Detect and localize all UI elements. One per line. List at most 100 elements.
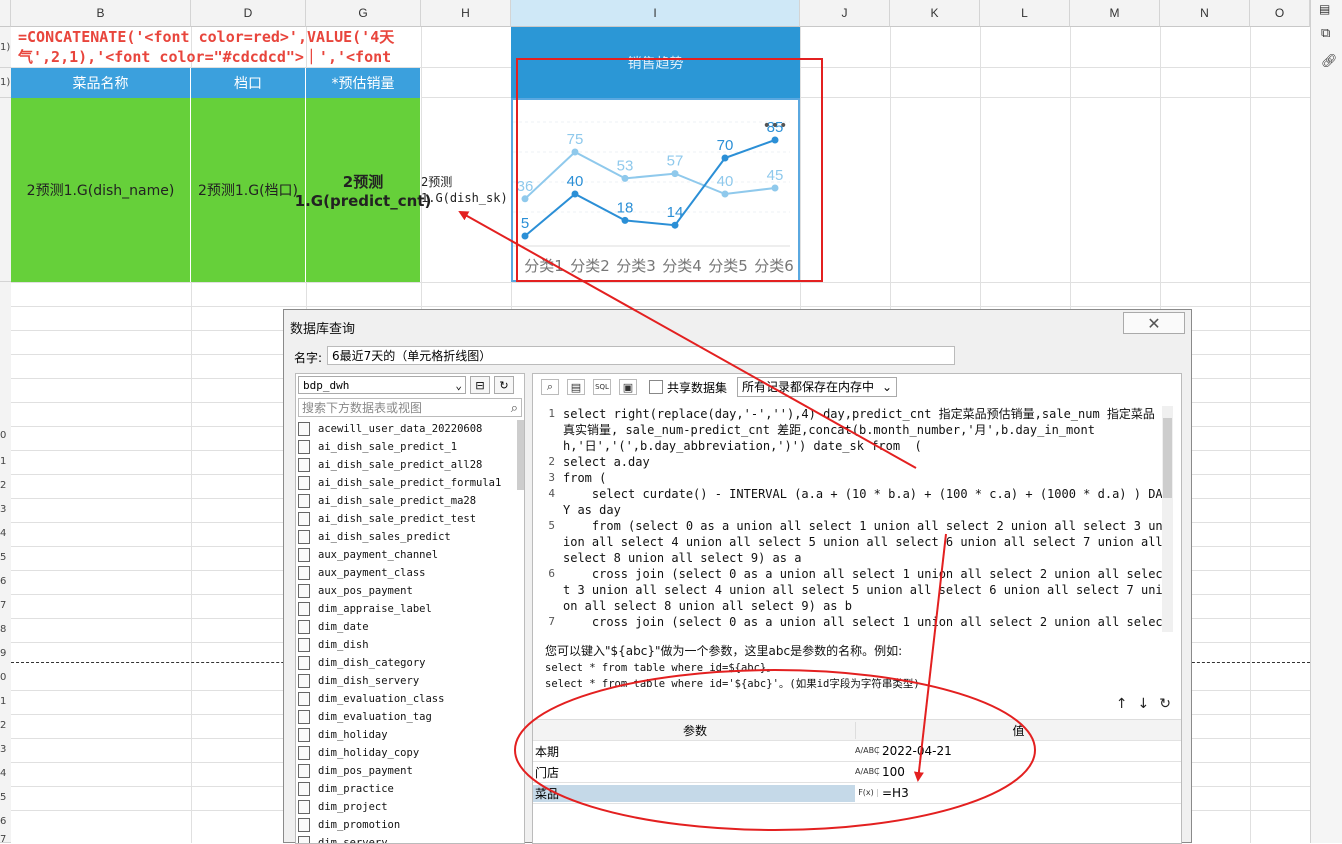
- code-text[interactable]: from (select 0 as a union all select 1 u…: [563, 518, 1163, 566]
- list-item[interactable]: dim_project: [298, 798, 518, 816]
- col-header-g[interactable]: G: [306, 0, 421, 27]
- share-dataset-checkbox[interactable]: [649, 380, 663, 394]
- list-item[interactable]: ai_dish_sale_predict_formula1: [298, 474, 518, 492]
- database-select[interactable]: bdp_dwh ⌄: [298, 376, 466, 394]
- data-point[interactable]: [521, 232, 529, 240]
- col-header-l[interactable]: L: [980, 0, 1070, 27]
- cell-predict-cnt[interactable]: 2预测1.G(predict_cnt): [295, 98, 431, 282]
- panel-tab-icon[interactable]: ▤: [1319, 2, 1330, 16]
- code-text[interactable]: select curdate() - INTERVAL (a.a + (10 *…: [563, 486, 1163, 518]
- list-item[interactable]: aux_payment_channel: [298, 546, 518, 564]
- list-item[interactable]: dim_dish: [298, 636, 518, 654]
- col-header-d[interactable]: D: [191, 0, 306, 27]
- code-text[interactable]: select a.day: [563, 454, 1163, 470]
- list-item[interactable]: dim_dish_category: [298, 654, 518, 672]
- col-header-j[interactable]: J: [800, 0, 890, 27]
- data-point[interactable]: [671, 170, 679, 178]
- refresh-icon[interactable]: ↻: [494, 376, 514, 394]
- param-type-icon[interactable]: A/ABC: [855, 747, 880, 755]
- params-table[interactable]: 参数 值 本期 A/ABC 2022-04-21 门店 A/ABC 100 菜品 F…: [533, 719, 1181, 804]
- list-item[interactable]: dim_promotion: [298, 816, 518, 834]
- memory-mode-select[interactable]: 所有记录都保存在内存中 ⌄: [737, 377, 898, 397]
- list-item[interactable]: ai_dish_sales_predict: [298, 528, 518, 546]
- series-line-0[interactable]: [524, 150, 776, 200]
- list-item[interactable]: acewill_user_data_20220608: [298, 420, 518, 438]
- table-browser[interactable]: bdp_dwh ⌄ ⊟ ↻ 搜索下方数据表或视图 ⌕ acewill_user_da…: [295, 373, 525, 844]
- close-button[interactable]: ✕: [1123, 312, 1185, 334]
- corner-cell[interactable]: [0, 0, 11, 27]
- save-icon[interactable]: ▤: [567, 379, 585, 395]
- col-header-k[interactable]: K: [890, 0, 980, 27]
- cell-dish-sk[interactable]: 2预测1.G(dish_sk): [421, 174, 511, 206]
- code-text[interactable]: cross join (select 0 as a union all sele…: [563, 566, 1163, 614]
- param-name[interactable]: 本期: [533, 743, 855, 760]
- col-header-o[interactable]: O: [1250, 0, 1310, 27]
- row-header[interactable]: [0, 98, 11, 282]
- list-item[interactable]: ai_dish_sale_predict_1: [298, 438, 518, 456]
- param-name[interactable]: 菜品: [533, 784, 855, 802]
- code-text[interactable]: select right(replace(day,'-',''),4) day,…: [563, 406, 1163, 454]
- list-item[interactable]: aux_payment_class: [298, 564, 518, 582]
- header-dish-name[interactable]: 菜品名称: [11, 68, 191, 98]
- cell-stall[interactable]: 2预测1.G(档口): [191, 98, 306, 282]
- sql-scrollbar[interactable]: [1162, 406, 1173, 632]
- scroll-thumb[interactable]: [1163, 418, 1172, 498]
- col-header-b[interactable]: B: [11, 0, 191, 27]
- col-header-h[interactable]: H: [421, 0, 511, 27]
- arrow-up-icon[interactable]: ↑: [1116, 696, 1128, 712]
- series-line-1[interactable]: [524, 139, 776, 237]
- header-stall[interactable]: 档口: [191, 68, 306, 98]
- preview-icon[interactable]: ⌕: [541, 379, 559, 395]
- sql-icon[interactable]: SQL: [593, 379, 611, 395]
- header-predict-sales[interactable]: *预估销量: [306, 68, 421, 98]
- table-row[interactable]: 菜品 F(x) =H3: [533, 783, 1181, 804]
- sql-editor-pane[interactable]: ⌕ ▤ SQL ▣ 共享数据集 所有记录都保存在内存中 ⌄ 1 select rig…: [532, 373, 1182, 844]
- param-name[interactable]: 门店: [533, 764, 855, 781]
- list-scrollbar[interactable]: [517, 420, 524, 490]
- list-item[interactable]: dim_holiday_copy: [298, 744, 518, 762]
- data-point[interactable]: [521, 195, 529, 203]
- name-input[interactable]: 6最近7天的（单元格折线图）: [327, 346, 955, 365]
- data-point[interactable]: [621, 174, 629, 182]
- more-options-icon[interactable]: •••: [763, 118, 788, 134]
- data-point[interactable]: [571, 148, 579, 156]
- table-row[interactable]: 门店 A/ABC 100: [533, 762, 1181, 783]
- data-point[interactable]: [671, 221, 679, 229]
- list-item[interactable]: ai_dish_sale_predict_all28: [298, 456, 518, 474]
- list-item[interactable]: dim_date: [298, 618, 518, 636]
- row-header[interactable]: 1): [0, 27, 11, 68]
- data-point[interactable]: [571, 190, 579, 198]
- data-point[interactable]: [771, 184, 779, 192]
- list-item[interactable]: dim_practice: [298, 780, 518, 798]
- arrow-down-icon[interactable]: ↓: [1138, 696, 1150, 712]
- table-list[interactable]: acewill_user_data_20220608 ai_dish_sale_…: [298, 420, 518, 843]
- param-type-icon[interactable]: F(x): [855, 789, 878, 797]
- param-value[interactable]: =H3: [882, 786, 909, 800]
- export-icon[interactable]: ▣: [619, 379, 637, 395]
- list-item[interactable]: ai_dish_sale_predict_ma28: [298, 492, 518, 510]
- code-text[interactable]: from (: [563, 470, 1163, 486]
- sql-code[interactable]: 1 select right(replace(day,'-',''),4) day…: [533, 406, 1163, 632]
- col-header-m[interactable]: M: [1070, 0, 1160, 27]
- copy-icon[interactable]: ⧉: [1321, 26, 1330, 41]
- list-item[interactable]: dim_evaluation_tag: [298, 708, 518, 726]
- data-point[interactable]: [621, 216, 629, 224]
- param-value[interactable]: 100: [882, 765, 905, 779]
- list-item[interactable]: dim_appraise_label: [298, 600, 518, 618]
- list-item[interactable]: dim_dish_servery: [298, 672, 518, 690]
- data-point[interactable]: [721, 190, 729, 198]
- param-value[interactable]: 2022-04-21: [882, 744, 952, 758]
- formula-cell[interactable]: =CONCATENATE('<font color=red>',VALUE('4…: [12, 27, 420, 67]
- list-item[interactable]: aux_pos_payment: [298, 582, 518, 600]
- data-point[interactable]: [721, 154, 729, 162]
- table-row[interactable]: 本期 A/ABC 2022-04-21: [533, 741, 1181, 762]
- right-side-panel[interactable]: ▤ ⧉ 🔗︎: [1310, 0, 1342, 843]
- col-header-i[interactable]: I: [511, 0, 800, 27]
- list-item[interactable]: dim_holiday: [298, 726, 518, 744]
- database-query-dialog[interactable]: 数据库查询 ✕ 名字: 6最近7天的（单元格折线图） bdp_dwh ⌄ ⊟ ↻ …: [283, 309, 1192, 844]
- list-item[interactable]: ai_dish_sale_predict_test: [298, 510, 518, 528]
- table-view-icon[interactable]: ⊟: [470, 376, 490, 394]
- list-item[interactable]: dim_evaluation_class: [298, 690, 518, 708]
- param-type-icon[interactable]: A/ABC: [855, 768, 880, 776]
- link-icon[interactable]: 🔗︎: [1321, 54, 1338, 69]
